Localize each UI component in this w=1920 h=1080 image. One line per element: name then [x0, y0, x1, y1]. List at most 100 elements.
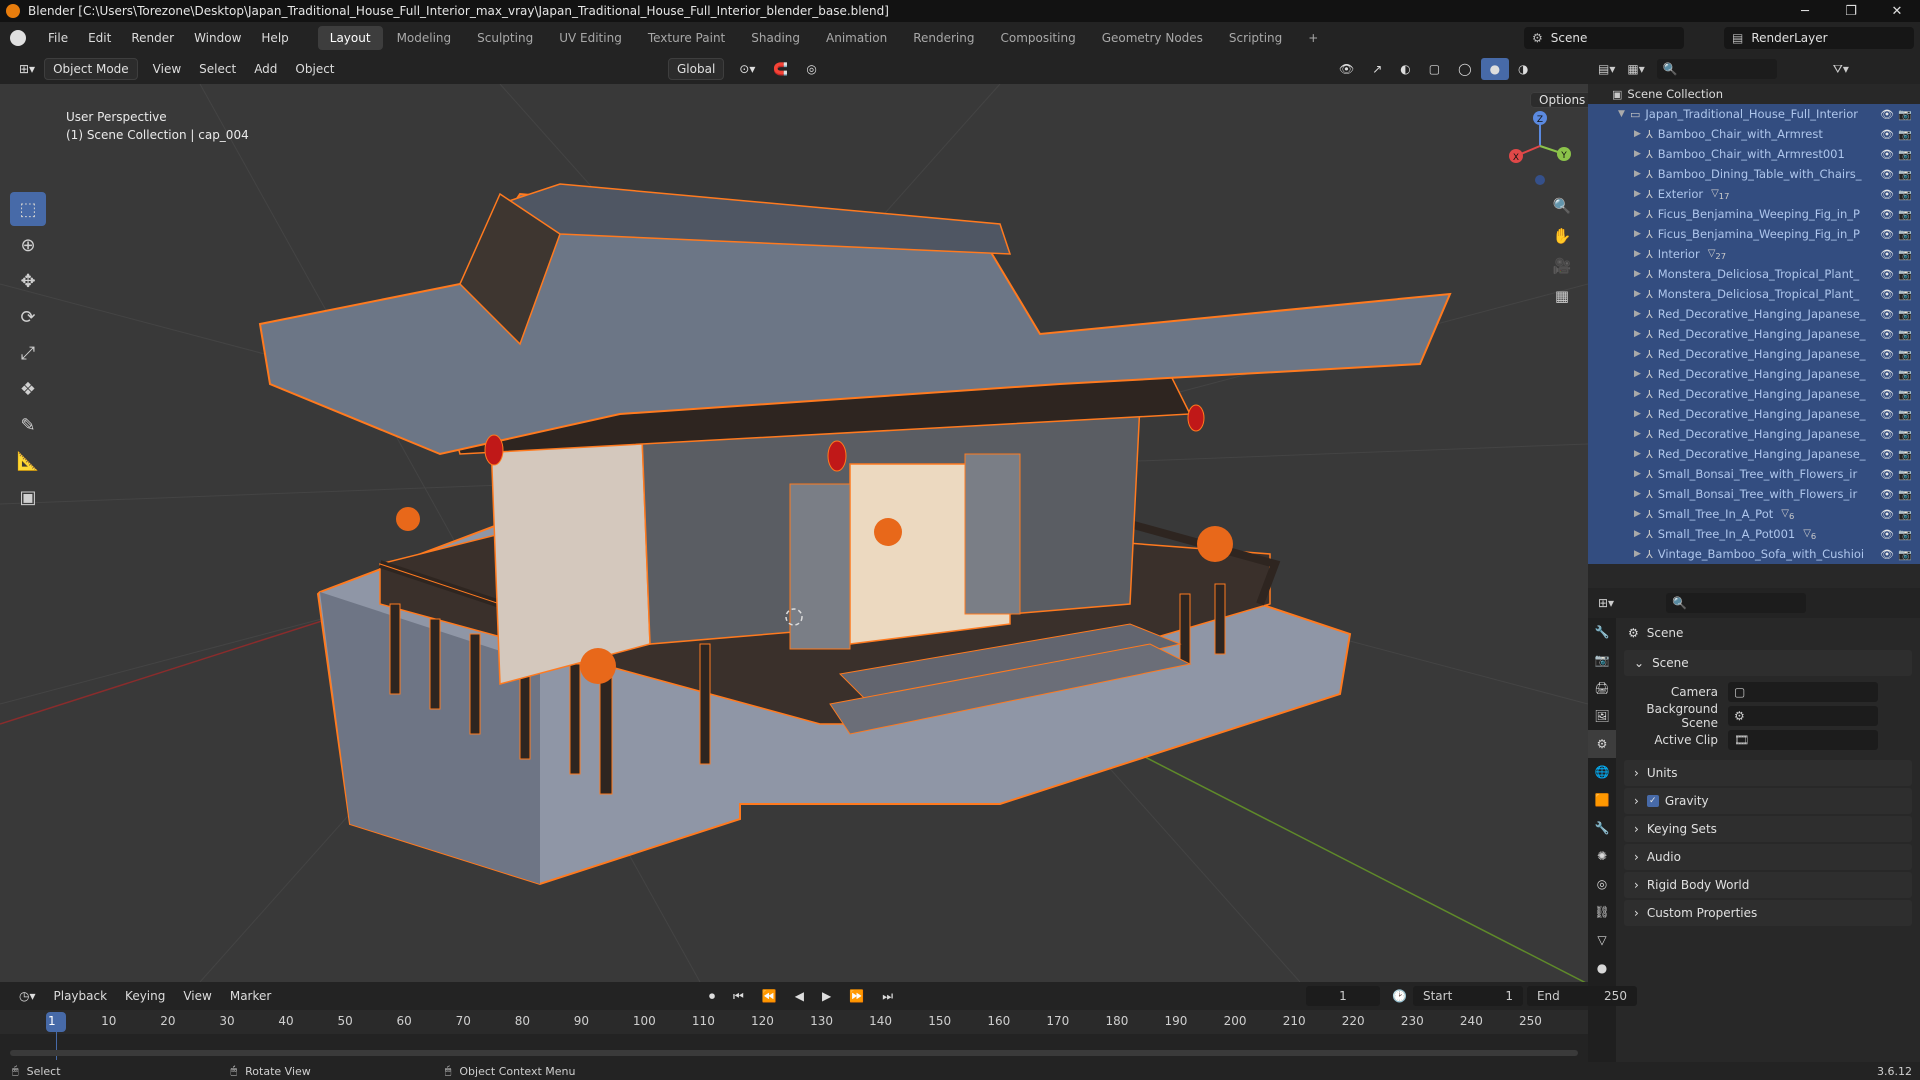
eye-icon[interactable]: 👁 — [1880, 168, 1894, 181]
current-frame-field[interactable]: 1 — [1306, 986, 1380, 1006]
eye-icon[interactable]: 👁 — [1880, 368, 1894, 381]
eye-icon[interactable]: 👁 — [1880, 148, 1894, 161]
ortho-grid-icon[interactable]: ▦ — [1548, 282, 1576, 310]
close-icon[interactable]: ✕ — [1874, 0, 1920, 22]
render-camera-icon[interactable]: 📷 — [1898, 208, 1912, 221]
eye-icon[interactable]: 👁 — [1880, 228, 1894, 241]
outliner-item[interactable]: ▶ ⅄ Red_Decorative_Hanging_Japanese_ 👁 📷 — [1588, 424, 1920, 444]
filter-icon[interactable]: ⛛▾ — [1833, 62, 1849, 77]
prev-keyframe-icon[interactable]: ⏪ — [753, 985, 786, 1007]
orientation-dropdown[interactable]: Global — [668, 58, 725, 80]
particles-tab-icon[interactable]: ✺ — [1588, 842, 1616, 870]
menu-add[interactable]: Add — [245, 58, 286, 80]
expand-arrow-icon[interactable]: ▶ — [1634, 229, 1646, 239]
render-camera-icon[interactable]: 📷 — [1898, 408, 1912, 421]
jump-end-icon[interactable]: ⏭ — [873, 985, 902, 1007]
expand-arrow-icon[interactable]: ▶ — [1634, 149, 1646, 159]
render-camera-icon[interactable]: 📷 — [1898, 248, 1912, 261]
expand-arrow-icon[interactable]: ▶ — [1634, 469, 1646, 479]
outliner-item[interactable]: ▶ ⅄ Interior ▽27 👁 📷 — [1588, 244, 1920, 264]
outliner-item[interactable]: ▶ ⅄ Ficus_Benjamina_Weeping_Fig_in_P 👁 📷 — [1588, 224, 1920, 244]
tab-modeling[interactable]: Modeling — [385, 26, 464, 50]
tab-compositing[interactable]: Compositing — [988, 26, 1087, 50]
render-camera-icon[interactable]: 📷 — [1898, 428, 1912, 441]
tab-layout[interactable]: Layout — [317, 26, 383, 50]
outliner-item[interactable]: ▶ ⅄ Small_Tree_In_A_Pot001 ▽6 👁 📷 — [1588, 524, 1920, 544]
material-tab-icon[interactable]: ● — [1588, 954, 1616, 982]
rigid-body-world-section[interactable]: › Rigid Body World — [1624, 872, 1912, 898]
menu-view[interactable]: View — [144, 58, 190, 80]
tool-tab-icon[interactable]: 🔧 — [1588, 618, 1616, 646]
outliner-item[interactable]: ▶ ⅄ Red_Decorative_Hanging_Japanese_ 👁 📷 — [1588, 404, 1920, 424]
camera-view-icon[interactable]: 🎥 — [1548, 252, 1576, 280]
pan-hand-icon[interactable]: ✋ — [1548, 222, 1576, 250]
outliner-item[interactable]: ▶ ⅄ Monstera_Deliciosa_Tropical_Plant_ 👁 📷 — [1588, 264, 1920, 284]
render-camera-icon[interactable]: 📷 — [1898, 288, 1912, 301]
frame-ruler[interactable]: 1 10 20 30 40 50 60 70 80 90 100 110 120 130 140 150 160… — [0, 1010, 1588, 1060]
outliner-item[interactable]: ▶ ⅄ Red_Decorative_Hanging_Japanese_ 👁 📷 — [1588, 304, 1920, 324]
outliner-item[interactable]: ▶ ⅄ Bamboo_Chair_with_Armrest 👁 📷 — [1588, 124, 1920, 144]
eye-icon[interactable]: 👁 — [1880, 388, 1894, 401]
display-mode-icon[interactable]: ▦▾ — [1627, 62, 1644, 76]
restore-icon[interactable]: ❐ — [1828, 0, 1874, 22]
render-tab-icon[interactable]: 📷 — [1588, 646, 1616, 674]
custom-properties-section[interactable]: › Custom Properties — [1624, 900, 1912, 926]
expand-arrow-icon[interactable]: ▶ — [1634, 409, 1646, 419]
menu-edit[interactable]: Edit — [78, 22, 121, 54]
outliner-item[interactable]: ▶ ⅄ Vintage_Bamboo_Sofa_with_Cushioi 👁 📷 — [1588, 544, 1920, 564]
gravity-checkbox[interactable]: ✓ — [1646, 795, 1659, 807]
properties-editor-icon[interactable]: ⊞▾ — [1598, 596, 1614, 610]
pivot-icon[interactable]: ⊙▾ — [730, 58, 764, 80]
eye-icon[interactable]: 👁 — [1880, 268, 1894, 281]
data-tab-icon[interactable]: ▽ — [1588, 926, 1616, 954]
expand-arrow-icon[interactable]: ▶ — [1634, 329, 1646, 339]
menu-help[interactable]: Help — [251, 22, 298, 54]
menu-keying[interactable]: Keying — [116, 985, 174, 1007]
render-camera-icon[interactable]: 📷 — [1898, 148, 1912, 161]
menu-playback[interactable]: Playback — [45, 985, 117, 1007]
scale-tool-icon[interactable]: ⤢ — [10, 336, 46, 370]
next-keyframe-icon[interactable]: ⏩ — [840, 985, 873, 1007]
visibility-icon[interactable]: 👁 — [1330, 58, 1363, 80]
eye-icon[interactable]: 👁 — [1880, 348, 1894, 361]
expand-arrow-icon[interactable]: ▶ — [1634, 309, 1646, 319]
outliner-item[interactable]: ▶ ⅄ Ficus_Benjamina_Weeping_Fig_in_P 👁 📷 — [1588, 204, 1920, 224]
play-icon[interactable]: ▶ — [813, 985, 840, 1007]
tab-scripting[interactable]: Scripting — [1217, 26, 1294, 50]
menu-object[interactable]: Object — [286, 58, 343, 80]
start-frame-field[interactable]: Start 1 — [1412, 986, 1523, 1006]
expand-arrow-icon[interactable]: ▶ — [1634, 549, 1646, 559]
expand-arrow-icon[interactable]: ▶ — [1634, 389, 1646, 399]
eye-icon[interactable]: 👁 — [1880, 528, 1894, 541]
render-camera-icon[interactable]: 📷 — [1898, 488, 1912, 501]
expand-arrow-icon[interactable]: ▶ — [1634, 209, 1646, 219]
scene-selector[interactable]: ⚙ Scene — [1524, 27, 1684, 49]
zoom-icon[interactable]: 🔍 — [1548, 192, 1576, 220]
scene-panel-header[interactable]: ⌄ Scene — [1624, 650, 1912, 676]
eye-icon[interactable]: 👁 — [1880, 328, 1894, 341]
menu-select[interactable]: Select — [190, 58, 245, 80]
render-camera-icon[interactable]: 📷 — [1898, 388, 1912, 401]
end-frame-field[interactable]: End 250 — [1526, 986, 1637, 1006]
expand-arrow-icon[interactable]: ▶ — [1634, 269, 1646, 279]
expand-arrow-icon[interactable]: ▼ — [1618, 109, 1630, 119]
3d-viewport[interactable]: User Perspective (1) Scene Collection | … — [0, 84, 1588, 982]
expand-arrow-icon[interactable]: ▶ — [1634, 529, 1646, 539]
transform-tool-icon[interactable]: ❖ — [10, 372, 46, 406]
output-tab-icon[interactable]: 🖨 — [1588, 674, 1616, 702]
eye-icon[interactable]: 👁 — [1880, 408, 1894, 421]
tab-geometry-nodes[interactable]: Geometry Nodes — [1090, 26, 1215, 50]
object-tab-icon[interactable]: 🟧 — [1588, 786, 1616, 814]
eye-icon[interactable]: 👁 — [1880, 248, 1894, 261]
mode-dropdown[interactable]: Object Mode — [44, 58, 138, 80]
expand-arrow-icon[interactable]: ▶ — [1634, 449, 1646, 459]
render-camera-icon[interactable]: 📷 — [1898, 528, 1912, 541]
menu-window[interactable]: Window — [184, 22, 251, 54]
eye-icon[interactable]: 👁 — [1880, 108, 1894, 121]
jump-start-icon[interactable]: ⏮ — [724, 985, 753, 1007]
play-reverse-icon[interactable]: ◀ — [786, 985, 813, 1007]
audio-section[interactable]: › Audio — [1624, 844, 1912, 870]
outliner-item[interactable]: ▶ ⅄ Small_Tree_In_A_Pot ▽6 👁 📷 — [1588, 504, 1920, 524]
expand-arrow-icon[interactable]: ▶ — [1634, 169, 1646, 179]
timeline-editor-icon[interactable]: ◷▾ — [10, 985, 45, 1007]
